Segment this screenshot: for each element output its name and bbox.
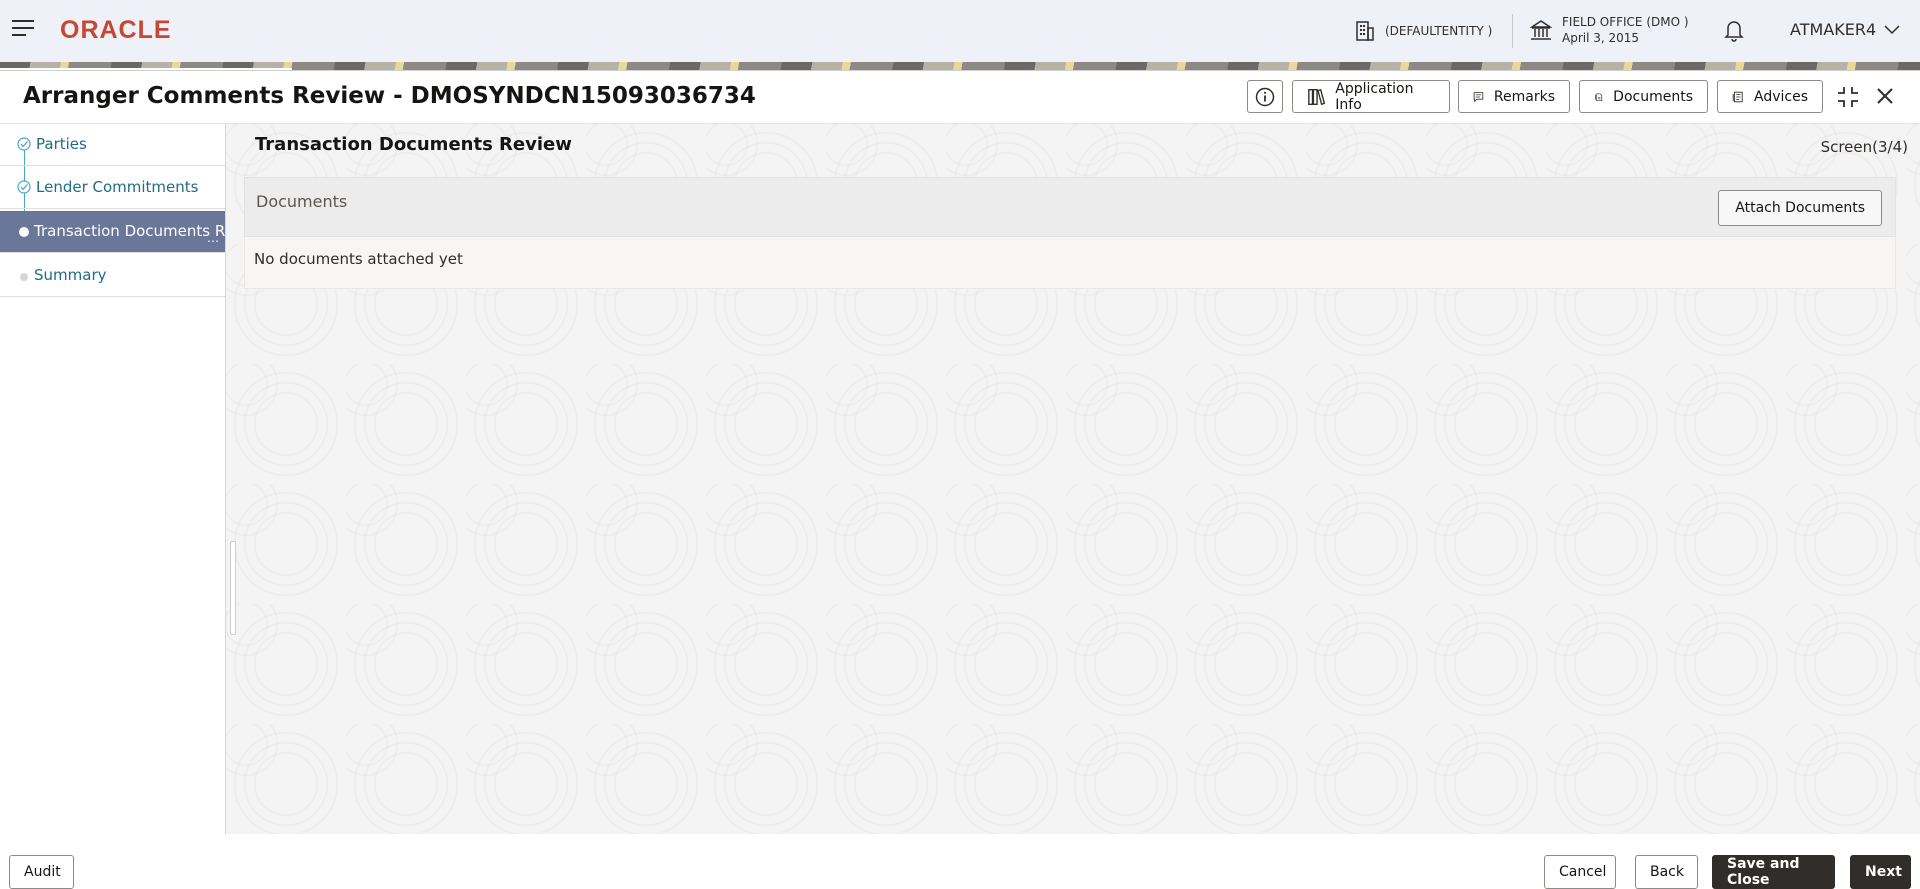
close-icon[interactable]	[1874, 85, 1896, 107]
empty-documents-message: No documents attached yet	[254, 250, 463, 268]
check-circle-icon	[17, 180, 31, 194]
advices-button[interactable]: Advices	[1717, 80, 1823, 113]
ellipsis-icon: …	[207, 231, 219, 245]
documents-heading: Documents	[256, 192, 348, 211]
cancel-button[interactable]: Cancel	[1544, 855, 1616, 889]
step-label: Transaction Documents R	[34, 222, 226, 240]
user-name: ATMAKER4	[1790, 20, 1877, 39]
step-label: Summary	[34, 266, 107, 284]
remarks-label: Remarks	[1493, 88, 1555, 105]
save-and-close-button[interactable]: Save and Close	[1712, 855, 1835, 889]
office-info: FIELD OFFICE (DMO ) April 3, 2015	[1562, 14, 1689, 46]
entity-selector[interactable]: (DEFAULTENTITY )	[1355, 18, 1492, 44]
step-label: Parties	[36, 135, 87, 153]
document-icon	[1595, 92, 1603, 101]
comment-icon	[1473, 91, 1484, 102]
documents-header: Documents Attach Documents	[244, 177, 1896, 237]
info-button[interactable]	[1247, 80, 1283, 113]
current-step-dot-icon	[19, 227, 29, 237]
application-info-button[interactable]: Application Info	[1292, 80, 1450, 113]
back-button[interactable]: Back	[1635, 855, 1698, 889]
chevron-down-icon	[1884, 24, 1900, 34]
office-selector[interactable]: FIELD OFFICE (DMO ) April 3, 2015	[1530, 14, 1689, 46]
office-date: April 3, 2015	[1562, 31, 1640, 45]
pending-step-dot-icon	[20, 273, 28, 281]
advices-label: Advices	[1754, 88, 1808, 105]
sidebar-resize-handle[interactable]	[230, 541, 236, 635]
documents-label: Documents	[1613, 88, 1693, 105]
screen-indicator: Screen(3/4)	[1820, 138, 1908, 156]
attach-documents-button[interactable]: Attach Documents	[1718, 190, 1882, 226]
step-summary[interactable]: Summary	[0, 255, 225, 297]
next-button[interactable]: Next	[1850, 855, 1911, 889]
step-lender-commitments[interactable]: Lender Commitments	[0, 167, 225, 209]
bank-icon	[1530, 20, 1552, 40]
step-parties[interactable]: Parties	[0, 124, 225, 166]
entity-label: (DEFAULTENTITY )	[1385, 24, 1493, 38]
panel-title-bar: Arranger Comments Review - DMOSYNDCN1509…	[0, 71, 1920, 124]
documents-list: No documents attached yet	[244, 237, 1896, 289]
step-label: Lender Commitments	[36, 178, 199, 196]
office-name: FIELD OFFICE (DMO )	[1562, 15, 1689, 29]
section-title: Transaction Documents Review	[255, 134, 572, 155]
documents-button[interactable]: Documents	[1579, 80, 1708, 113]
oracle-logo: ORACLE	[60, 16, 172, 44]
menu-icon[interactable]	[12, 20, 34, 38]
remarks-button[interactable]: Remarks	[1458, 80, 1570, 113]
audit-button[interactable]: Audit	[9, 855, 74, 889]
advice-document-icon	[1732, 91, 1743, 102]
application-info-label: Application Info	[1335, 80, 1414, 113]
step-transaction-documents-review[interactable]: Transaction Documents R …	[0, 211, 225, 253]
check-circle-icon	[17, 137, 31, 151]
app-header: ORACLE (DEFAULTENTITY ) FIELD OFFICE (DM…	[0, 0, 1920, 62]
building-icon	[1356, 21, 1374, 41]
header-divider	[1512, 14, 1513, 48]
action-footer: Audit Cancel Back Save and Close Next	[0, 834, 1920, 889]
user-menu[interactable]: ATMAKER4	[1790, 20, 1900, 39]
info-icon	[1255, 87, 1275, 106]
collapse-icon[interactable]	[1836, 85, 1860, 109]
page-title: Arranger Comments Review - DMOSYNDCN1509…	[23, 83, 756, 109]
bell-icon[interactable]	[1723, 18, 1745, 42]
train-stops-sidebar: Parties Lender Commitments Transaction D…	[0, 124, 226, 887]
books-icon	[1308, 88, 1326, 105]
